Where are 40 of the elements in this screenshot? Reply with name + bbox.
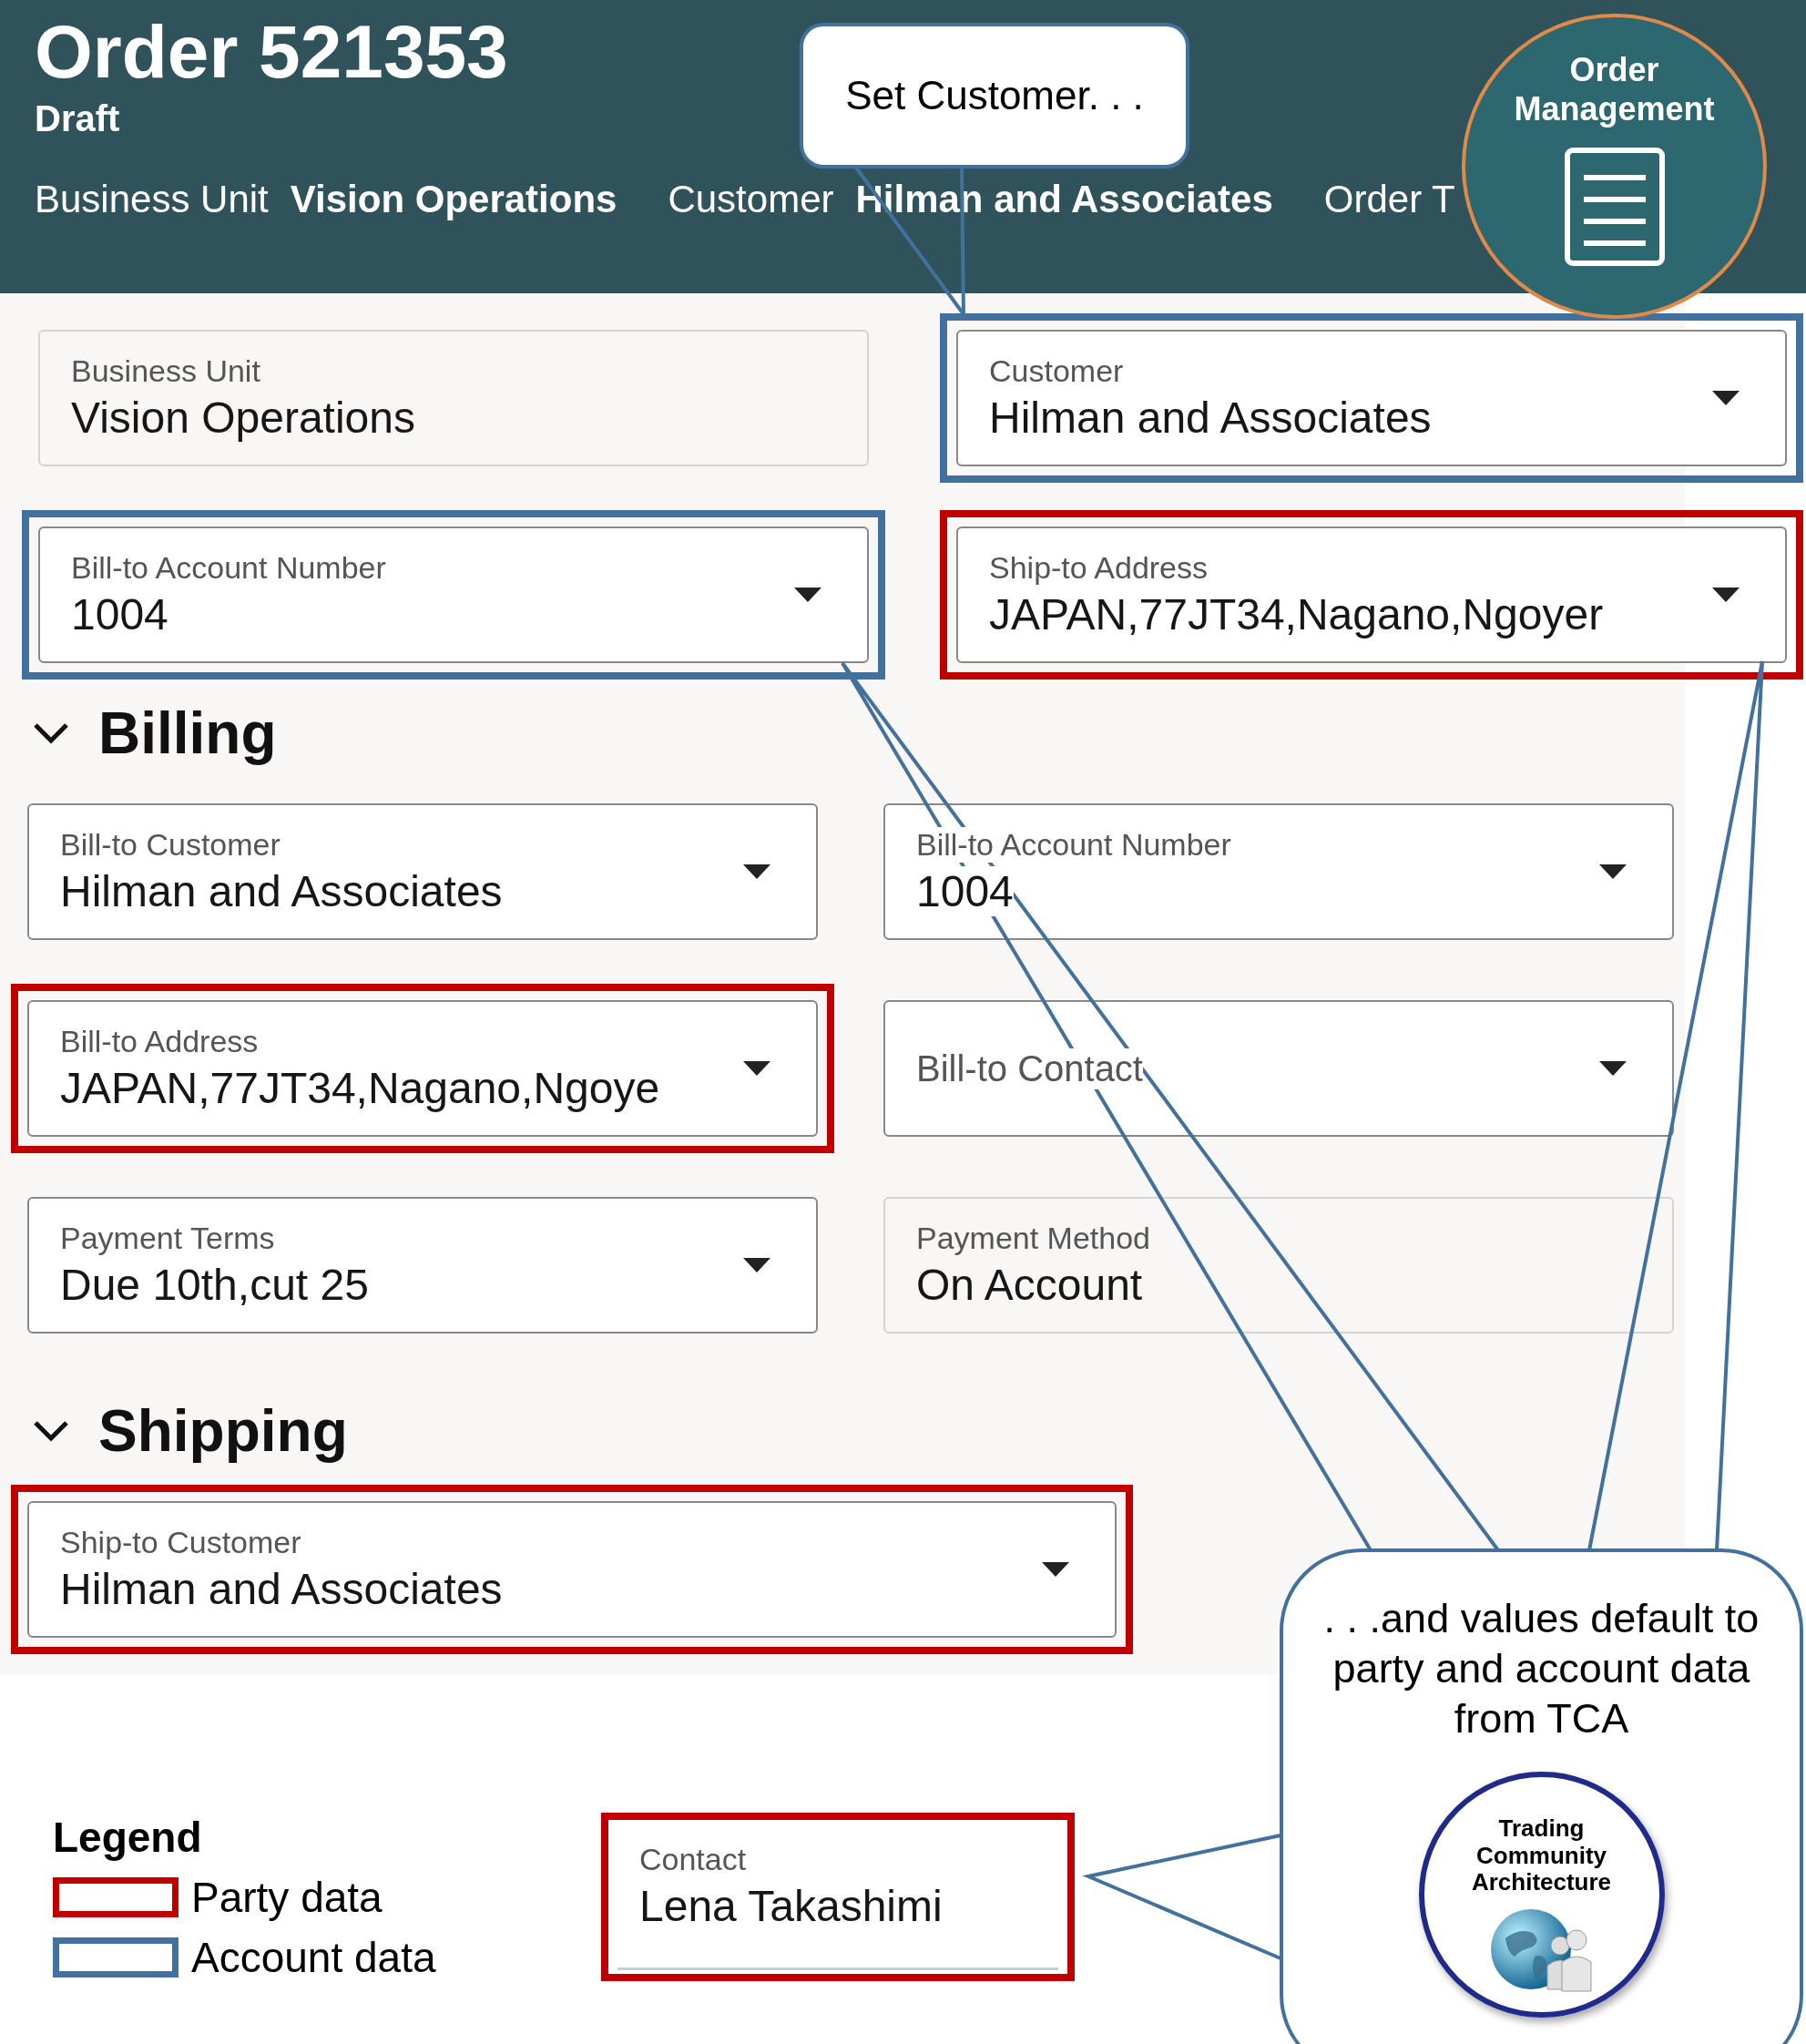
dropdown-field[interactable]: Ship-to Address JAPAN,77JT34,Nagano,Ngoyer: [956, 526, 1787, 663]
badge-title: Order Management: [1513, 50, 1716, 129]
caret-icon[interactable]: [743, 1258, 770, 1272]
summary-value: Hilman and Associates: [855, 178, 1273, 222]
caret-icon[interactable]: [1712, 588, 1740, 602]
read-only-field: Payment Method On Account: [883, 1197, 1674, 1334]
caret-icon[interactable]: [1599, 1061, 1627, 1076]
caret-icon[interactable]: [1042, 1562, 1069, 1577]
section-title: Shipping: [98, 1397, 348, 1465]
summary-label: Order T: [1323, 178, 1455, 222]
tca-title: Trading Community Architecture: [1470, 1814, 1613, 1897]
contact-card: Contact Lena Takashimi: [617, 1824, 1058, 1970]
dropdown-field[interactable]: Bill-to Address JAPAN,77JT34,Nagano,Ngoye: [27, 1000, 818, 1137]
dropdown-field[interactable]: Payment Terms Due 10th,cut 25: [27, 1197, 818, 1334]
dropdown-field[interactable]: Bill-to Account Number 1004: [883, 803, 1674, 940]
caret-icon[interactable]: [794, 588, 821, 602]
caret-icon[interactable]: [743, 864, 770, 879]
caret-icon[interactable]: [1599, 864, 1627, 879]
dropdown-field[interactable]: Ship-to Customer Hilman and Associates: [27, 1501, 1117, 1638]
document-icon: [1563, 147, 1666, 268]
dropdown-field[interactable]: Bill-to Contact: [883, 1000, 1674, 1137]
callout-text: Set Customer. . .: [845, 73, 1144, 118]
read-only-field: Business Unit Vision Operations: [38, 330, 869, 466]
caret-icon[interactable]: [743, 1061, 770, 1076]
chevron-icon[interactable]: [33, 722, 69, 744]
dropdown-field[interactable]: Bill-to Customer Hilman and Associates: [27, 803, 818, 940]
dropdown-field[interactable]: Customer Hilman and Associates: [956, 330, 1787, 466]
callout-text: . . .and values default to party and account data from TCA: [1322, 1594, 1760, 1743]
legend-label: Account data: [191, 1933, 436, 1982]
caret-icon[interactable]: [1712, 391, 1740, 405]
chevron-icon[interactable]: [33, 1420, 69, 1442]
summary-label: Business Unit: [35, 178, 269, 222]
summary-label: Customer: [668, 178, 834, 222]
section-title: Billing: [98, 700, 277, 767]
summary-value: Vision Operations: [290, 178, 617, 222]
order-title: Order 521353: [35, 13, 508, 92]
dropdown-field[interactable]: Bill-to Account Number 1004: [38, 526, 869, 663]
order-status: Draft: [35, 98, 120, 140]
legend-label: Party data: [191, 1873, 383, 1922]
legend-title: Legend: [53, 1813, 203, 1862]
